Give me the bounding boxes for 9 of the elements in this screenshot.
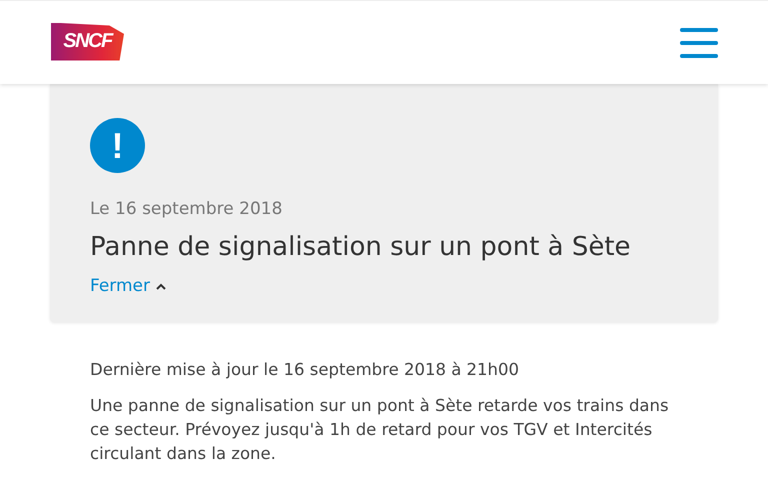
menu-icon[interactable] [680,28,718,58]
chevron-icon [156,282,166,290]
update-time: Dernière mise à jour le 16 septembre 2018 à 21h00 [90,359,520,381]
close-link[interactable]: Fermer [90,276,166,296]
alert-title: Panne de signalisation sur un pont à Sète [90,232,632,262]
alert-date: Le 16 septembre 2018 [90,199,284,219]
alert-icon: ! [90,118,145,173]
alert-description: Une panne de signalisation sur un pont à Sète retarde vos trains dans ce secteur. Prévoyez jusqu'à 1h de retard pour vos TGV et Intercités circulant dans la zone. [90,395,670,465]
logo[interactable]: SNCF [51,22,124,60]
